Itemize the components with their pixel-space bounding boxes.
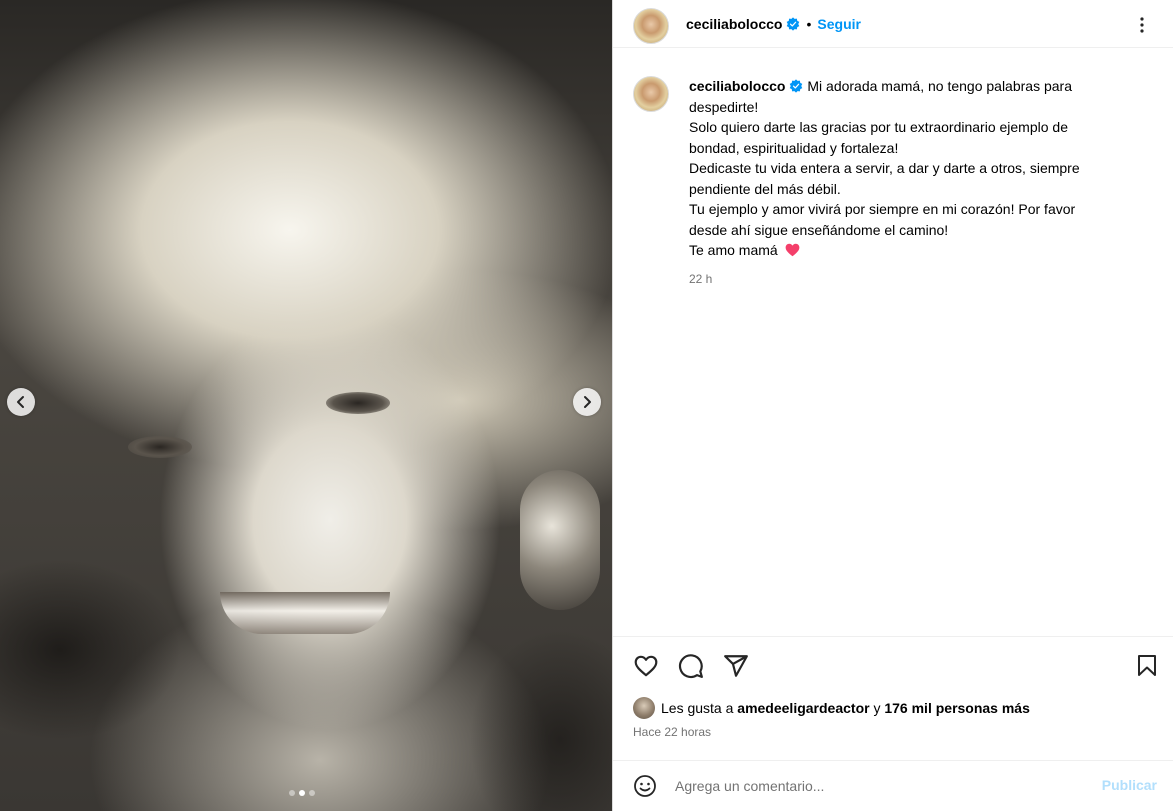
carousel-next-button[interactable] — [573, 388, 601, 416]
caption-text-line: Mi adorada mamá, no tengo palabras para — [807, 78, 1072, 94]
caption-text-line: Solo quiero darte las gracias por tu ext… — [689, 119, 1068, 135]
caption-timestamp[interactable]: 22 h — [689, 269, 1129, 290]
liker-avatar[interactable] — [633, 697, 655, 719]
action-bar — [613, 636, 1173, 696]
carousel-dot — [289, 790, 295, 796]
chevron-right-icon — [584, 396, 591, 408]
post-details-panel: ceciliabolocco • Seguir ceciliabolocco M… — [612, 0, 1173, 811]
verified-badge-icon — [790, 79, 803, 93]
author-avatar[interactable] — [633, 7, 669, 44]
verified-badge-icon — [787, 16, 800, 31]
chevron-left-icon — [17, 396, 24, 408]
likes-summary: Les gusta a amedeeligardeactor y 176 mil… — [633, 697, 1030, 719]
post-media — [0, 0, 612, 811]
liker-username[interactable]: amedeeligardeactor — [737, 700, 869, 716]
caption-text-line: Dedicaste tu vida entera a servir, a dar… — [689, 160, 1080, 176]
bookmark-icon[interactable] — [1135, 653, 1159, 679]
likes-prefix: Les gusta a — [661, 700, 734, 716]
carousel-dot — [299, 790, 305, 796]
caption-author-avatar[interactable] — [633, 76, 669, 112]
emoji-icon[interactable] — [633, 774, 657, 798]
caption-body: ceciliabolocco Mi adorada mamá, no tengo… — [689, 76, 1129, 289]
caption-text-line: pendiente del más débil. — [689, 180, 841, 197]
carousel-dot — [309, 790, 315, 796]
caption-text-line: desde ahí sigue enseñándome el camino! — [689, 221, 949, 238]
author-username[interactable]: ceciliabolocco — [686, 16, 782, 32]
comment-input[interactable] — [675, 778, 1075, 794]
publish-button[interactable]: Publicar — [1102, 777, 1157, 793]
share-icon[interactable] — [723, 653, 749, 679]
more-options-icon[interactable] — [1133, 16, 1151, 34]
comment-bar: Publicar — [613, 760, 1173, 811]
caption-text-line: bondad, espiritualidad y fortaleza! — [689, 139, 899, 156]
caption-text-line: Te amo mamá — [689, 242, 778, 258]
caption-author-username[interactable]: ceciliabolocco — [689, 78, 785, 94]
likes-conjunction: y — [873, 700, 881, 716]
carousel-dots — [289, 790, 315, 796]
post-header: ceciliabolocco • Seguir — [613, 0, 1173, 48]
separator-dot: • — [806, 15, 812, 32]
post-caption: ceciliabolocco Mi adorada mamá, no tengo… — [633, 76, 1153, 289]
follow-button[interactable]: Seguir — [817, 16, 861, 32]
heart-icon[interactable] — [633, 653, 659, 679]
caption-text-line: Tu ejemplo y amor vivirá por siempre en … — [689, 201, 1076, 217]
likes-others-link[interactable]: 176 mil personas más — [884, 700, 1030, 716]
caption-text-line: despedirte! — [689, 98, 759, 115]
comment-icon[interactable] — [678, 653, 704, 679]
carousel-prev-button[interactable] — [7, 388, 35, 416]
heart-emoji-icon — [785, 243, 799, 257]
posted-timestamp[interactable]: Hace 22 horas — [633, 725, 711, 739]
